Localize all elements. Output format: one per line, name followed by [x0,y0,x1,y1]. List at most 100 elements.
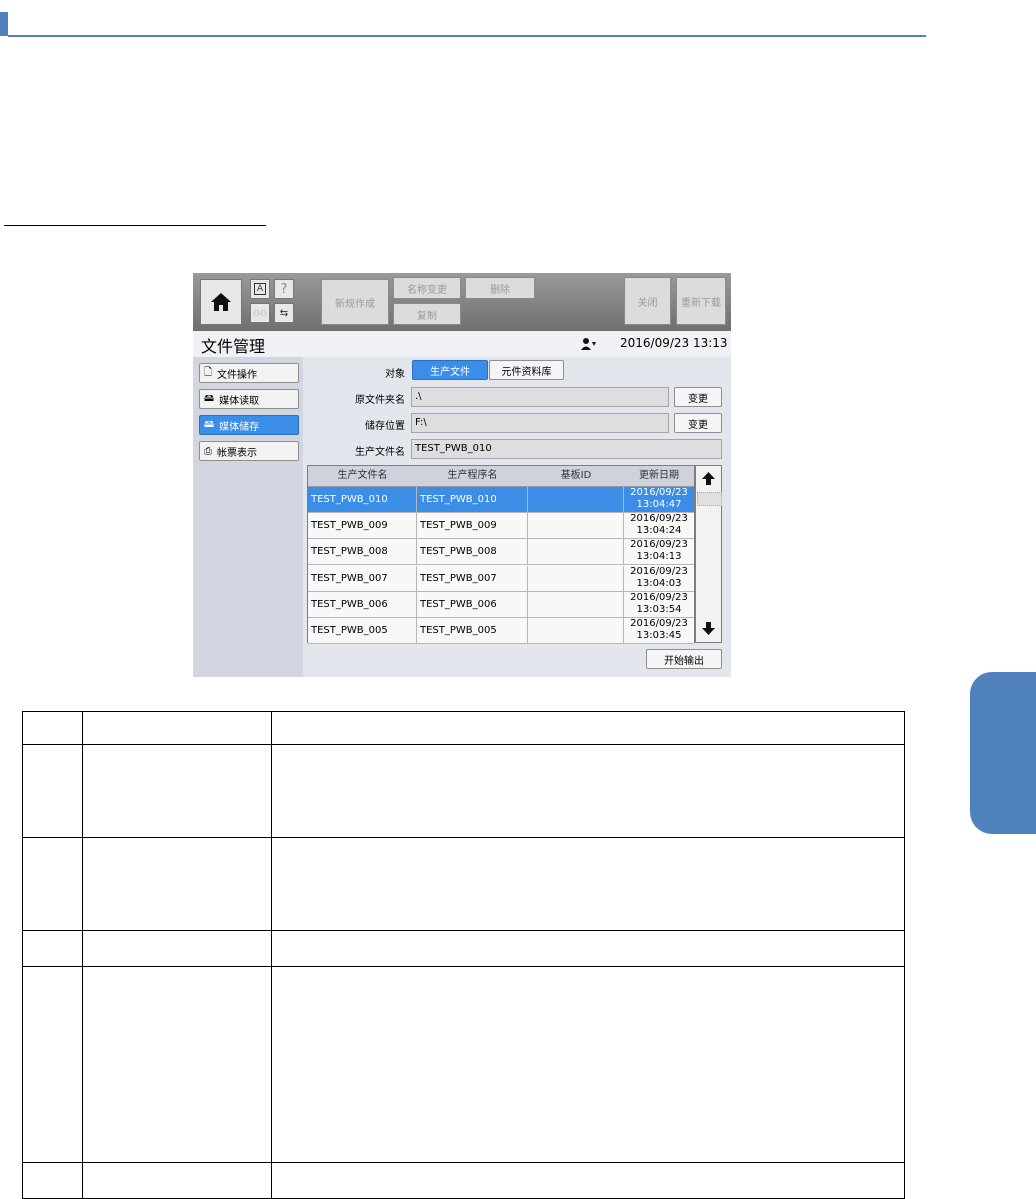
header-accent-bar [0,12,8,36]
cell-date: 2016/09/23 13:03:45 [624,618,694,643]
datetime: 2016/09/23 13:13 [620,336,728,350]
nav-label: 媒体储存 [219,421,260,433]
table-row [22,930,905,967]
printer-icon: ⎙ [204,445,212,457]
nav-file-operation[interactable]: 🗋 文件操作 [199,363,299,383]
file-management-screen: A ? ⚇⚇ ⇆ 新规作成 名称变更 删除 复制 关闭 重新下载 文件管理 20… [193,273,731,677]
cell-date: 2016/09/23 13:04:13 [624,539,694,564]
cell-date-time: 13:03:54 [636,603,682,615]
cell-board [528,487,624,512]
table-row[interactable]: TEST_PWB_008 TEST_PWB_008 2016/09/23 13:04:… [308,539,694,566]
cell-file: TEST_PWB_009 [308,513,417,539]
cell-program: TEST_PWB_010 [417,487,528,512]
table-row [22,966,905,1163]
toolbar: A ? ⚇⚇ ⇆ 新规作成 名称变更 删除 复制 关闭 重新下载 [193,273,731,331]
cell-date-day: 2016/09/23 [630,513,688,525]
nav-media-read[interactable]: 🖴 媒体读取 [199,389,299,409]
table-row[interactable]: TEST_PWB_010 TEST_PWB_010 2016/09/23 13:04:… [308,487,694,513]
cell-date: 2016/09/23 13:04:47 [624,487,694,512]
save-location-change-button[interactable]: 变更 [674,413,722,433]
cell-program: TEST_PWB_008 [417,539,528,565]
target-production-file-toggle[interactable]: 生产文件 [412,360,488,380]
cell-date: 2016/09/23 13:03:54 [624,592,694,617]
media-save-icon: 🖴 [204,418,215,430]
start-output-button[interactable]: 开始输出 [646,649,722,669]
cell-file: TEST_PWB_010 [308,487,417,512]
cell-program: TEST_PWB_007 [417,565,528,591]
cell-date-time: 13:04:47 [636,499,682,510]
save-location-field[interactable]: F:\ [411,413,669,433]
reload-button[interactable]: 重新下载 [676,277,726,325]
nav-label: 媒体读取 [219,395,260,407]
table-row[interactable]: TEST_PWB_007 TEST_PWB_007 2016/09/23 13:04:… [308,565,694,592]
table-row[interactable]: TEST_PWB_006 TEST_PWB_006 2016/09/23 13:03:… [308,591,694,618]
header-rule [8,35,926,37]
users-button[interactable]: ⚇⚇ [250,303,270,323]
help-button[interactable]: ? [274,279,294,299]
rename-button[interactable]: 名称变更 [393,277,461,299]
cell-file: TEST_PWB_005 [308,618,417,643]
nav-label: 帐票表示 [217,447,257,459]
col-header-board-id[interactable]: 基板ID [528,466,624,486]
cell-board [528,565,624,591]
cell-date-day: 2016/09/23 [630,565,688,577]
table-scrollbar[interactable] [695,465,722,643]
cell-program: TEST_PWB_005 [417,618,528,643]
table-header: 生产文件名 生产程序名 基板ID 更新日期 [308,466,694,487]
chapter-side-tab [970,672,1036,834]
production-file-field[interactable]: TEST_PWB_010 [411,439,722,459]
nav-media-save[interactable]: 🖴 媒体储存 [199,415,299,435]
close-button[interactable]: 关闭 [624,277,671,325]
scroll-thumb[interactable] [697,492,722,506]
target-label: 对象 [385,369,405,380]
cell-date-day: 2016/09/23 [630,539,688,551]
cell-file: TEST_PWB_006 [308,591,417,617]
cell-date-time: 13:04:03 [636,577,682,589]
table-row [22,837,905,931]
col-header-file[interactable]: 生产文件名 [308,466,417,486]
col-header-program[interactable]: 生产程序名 [417,466,528,486]
cell-date: 2016/09/23 13:04:03 [624,566,694,591]
delete-button[interactable]: 删除 [465,277,535,299]
home-button[interactable] [200,279,242,325]
keyboard-a-button[interactable]: A [250,279,270,299]
cell-date-time: 13:03:45 [636,630,682,641]
transfer-icon: ⇆ [279,307,289,319]
source-change-button[interactable]: 变更 [674,387,722,407]
description-table [22,711,905,1199]
col-header-date[interactable]: 更新日期 [624,466,694,486]
target-component-library-toggle[interactable]: 元件资料库 [489,360,564,380]
table-row [22,711,905,745]
nav-report-display[interactable]: ⎙ 帐票表示 [199,441,299,461]
cell-date: 2016/09/23 13:04:24 [624,513,694,538]
cell-date-day: 2016/09/23 [630,591,688,603]
transfer-button[interactable]: ⇆ [274,303,294,323]
cell-board [528,513,624,539]
save-location-label: 储存位置 [365,421,405,432]
table-row[interactable]: TEST_PWB_009 TEST_PWB_009 2016/09/23 13:04:… [308,513,694,540]
arrow-down-icon[interactable] [702,622,715,635]
source-folder-field[interactable]: .\ [411,387,669,407]
user-level-icon [581,338,596,350]
title-bar: 文件管理 2016/09/23 13:13 [193,331,731,357]
question-icon: ? [280,281,288,297]
page-title: 文件管理 [201,337,266,356]
cell-date-time: 13:04:24 [636,525,682,537]
arrow-up-icon[interactable] [702,472,715,485]
table-row[interactable]: TEST_PWB_005 TEST_PWB_005 2016/09/23 13:03:… [308,618,694,644]
home-icon [211,293,231,311]
cell-board [528,618,624,643]
table-row [22,1162,905,1199]
side-nav: 🗋 文件操作 🖴 媒体读取 🖴 媒体储存 ⎙ 帐票表示 [193,357,303,677]
cell-program: TEST_PWB_009 [417,513,528,539]
new-create-button[interactable]: 新规作成 [321,279,389,325]
cell-date-time: 13:04:13 [636,551,682,563]
cell-file: TEST_PWB_007 [308,565,417,591]
copy-button[interactable]: 复制 [393,303,461,325]
cell-date-day: 2016/09/23 [630,618,688,629]
file-search-icon: 🗋 [204,366,213,378]
letter-a-icon: A [253,283,267,295]
users-icon: ⚇⚇ [252,308,268,318]
table-row [22,744,905,838]
media-read-icon: 🖴 [204,392,215,404]
